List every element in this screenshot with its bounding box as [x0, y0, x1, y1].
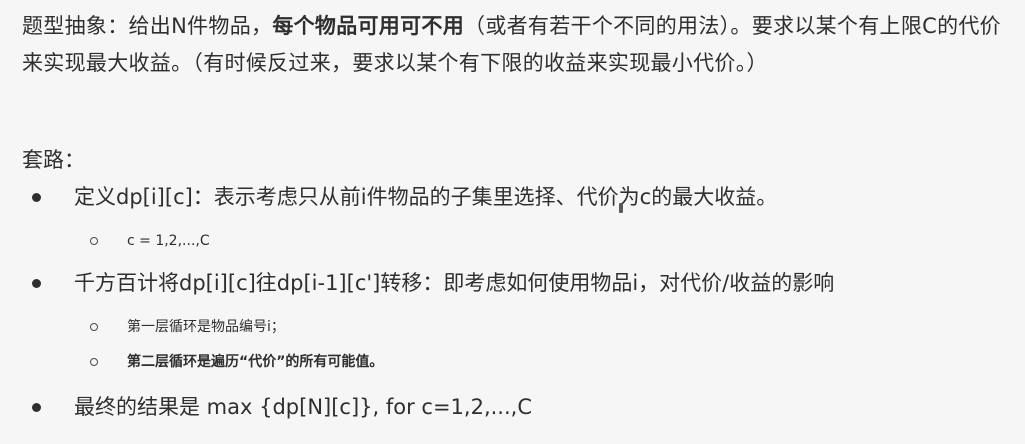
hollow-bullet-icon [90, 358, 98, 366]
bullet-item-text: 定义dp[i][c]：表示考虑只从前i件物品的子集里选择、代价为c的最大收益。 [74, 185, 778, 209]
bullet-item-text: 千方百计将dp[i][c]往dp[i-1][c']转移：即考虑如何使用物品i，对… [74, 271, 835, 295]
sub-item-text: c = 1,2,...,C [127, 233, 210, 249]
bullet-item-text: 最终的结果是 max {dp[N][c]}, for c=1,2,...,C [74, 395, 532, 419]
bullet-dot-icon [32, 403, 41, 412]
bullet-dot-icon [32, 193, 41, 202]
intro-bold-text: 每个物品可用可不用 [272, 14, 465, 38]
bullet-dot-icon [32, 279, 41, 288]
hollow-bullet-icon [90, 237, 98, 245]
text-cursor-icon [619, 203, 623, 213]
sub-item-text: 第二层循环是遍历“代价”的所有可能值。 [127, 354, 384, 370]
slide-page: 题型抽象：给出N件物品，每个物品可用可不用（或者有若干个不同的用法）。要求以某个… [0, 0, 1025, 444]
routine-heading: 套路： [22, 148, 85, 172]
intro-text-part1: 题型抽象：给出N件物品， [22, 14, 273, 38]
sub-item-text: 第一层循环是物品编号i； [127, 319, 285, 335]
hollow-bullet-icon [90, 323, 98, 331]
problem-abstraction-paragraph: 题型抽象：给出N件物品，每个物品可用可不用（或者有若干个不同的用法）。要求以某个… [22, 8, 1012, 82]
